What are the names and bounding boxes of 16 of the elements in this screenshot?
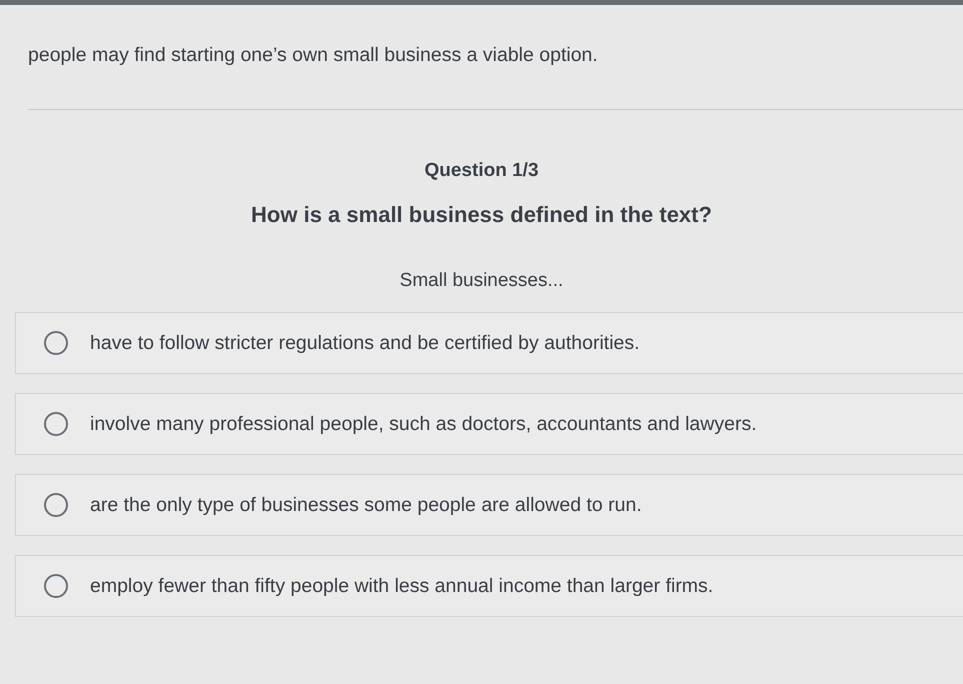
answer-option[interactable]: are the only type of businesses some people are allowed to run. <box>15 474 963 536</box>
radio-button[interactable] <box>44 412 68 436</box>
question-prompt: Small businesses... <box>400 269 564 293</box>
option-text: have to follow stricter regulations and be certified by authorities. <box>90 332 640 354</box>
option-text: employ fewer than fifty people with less annual income than larger firms. <box>90 574 714 598</box>
answer-option[interactable]: have to follow stricter regulations and be certified by authorities. <box>15 312 963 374</box>
radio-button[interactable] <box>44 493 68 517</box>
passage-text: people may find starting one’s own small business a viable option. <box>28 43 599 68</box>
answer-option[interactable]: employ fewer than fifty people with less annual income than larger firms. <box>15 555 963 617</box>
radio-button[interactable] <box>44 331 68 355</box>
radio-button[interactable] <box>44 574 68 598</box>
option-text: are the only type of businesses some people are allowed to run. <box>90 494 642 516</box>
option-text: involve many professional people, such as doctors, accountants and lawyers. <box>90 412 757 436</box>
question-counter: Question 1/3 <box>424 159 539 183</box>
question-title: How is a small business defined in the text? <box>251 201 712 229</box>
answer-option[interactable]: involve many professional people, such as doctors, accountants and lawyers. <box>15 393 963 455</box>
